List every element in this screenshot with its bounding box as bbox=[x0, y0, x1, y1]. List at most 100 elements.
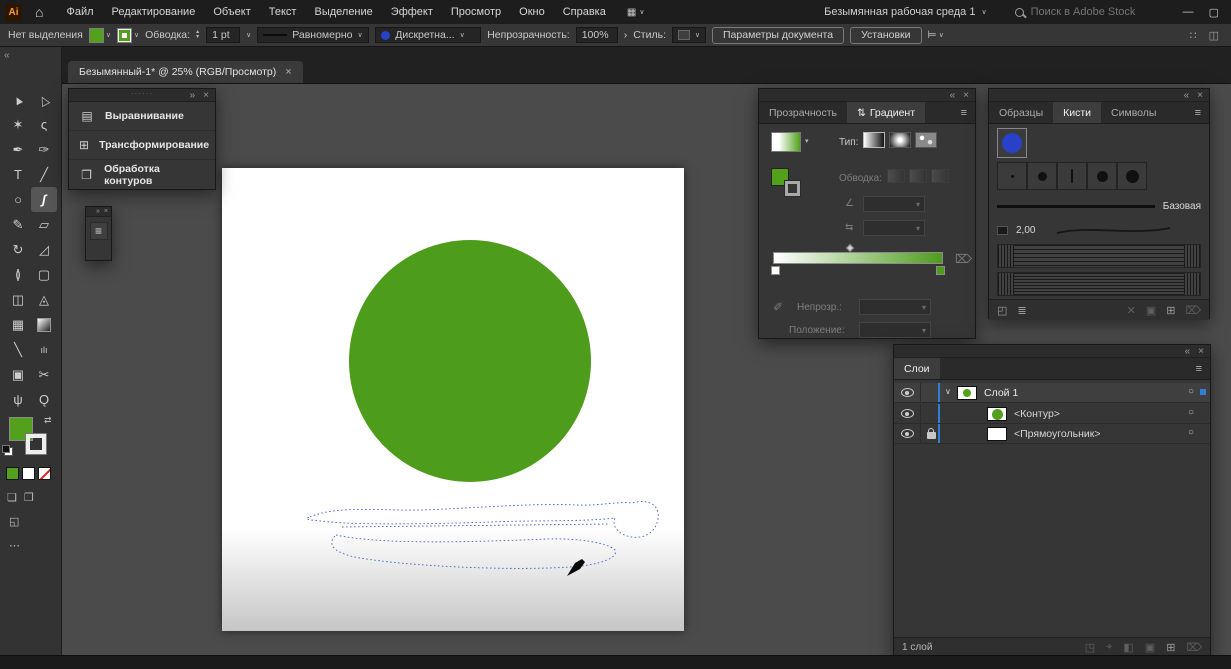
gradient-preview-swatch[interactable] bbox=[771, 132, 801, 152]
gradient-tool[interactable] bbox=[31, 312, 57, 337]
stroke-weight-caret[interactable]: ∨ bbox=[246, 31, 251, 39]
menu-edit[interactable]: Редактирование bbox=[103, 0, 205, 24]
menu-object[interactable]: Объект bbox=[204, 0, 259, 24]
collapse-tools-icon[interactable]: « bbox=[4, 50, 10, 61]
collapse-panel-icon[interactable]: « bbox=[1184, 89, 1190, 102]
gradient-stroke-indicator[interactable] bbox=[785, 181, 800, 196]
rectangle-thumbnail[interactable] bbox=[987, 427, 1007, 441]
radial-gradient-button[interactable] bbox=[889, 132, 911, 148]
brush-item[interactable] bbox=[1027, 162, 1057, 190]
rectangle-name[interactable]: <Прямоугольник> bbox=[1014, 428, 1100, 440]
stop-location-dropdown[interactable]: ▾ bbox=[859, 322, 931, 338]
menu-select[interactable]: Выделение bbox=[305, 0, 381, 24]
arrange-documents-dropdown[interactable]: ▦ ∨ bbox=[627, 7, 645, 18]
lock-toggle[interactable] bbox=[920, 383, 937, 402]
shape-builder-tool[interactable]: ◫ bbox=[5, 287, 31, 312]
make-mask-icon[interactable]: ◧ bbox=[1123, 641, 1133, 654]
collapse-panel-icon[interactable]: « bbox=[950, 89, 956, 102]
color-mode-gradient[interactable] bbox=[22, 467, 35, 480]
menu-file[interactable]: Файл bbox=[57, 0, 102, 24]
column-graph-tool[interactable]: ılı bbox=[31, 337, 57, 362]
close-panel-icon[interactable]: × bbox=[203, 89, 209, 102]
panel-grip[interactable]: ······ bbox=[131, 87, 153, 100]
opacity-more-icon[interactable]: › bbox=[624, 29, 628, 41]
aspect-ratio-dropdown[interactable]: ▾ bbox=[863, 220, 925, 236]
close-panel-icon[interactable]: × bbox=[1197, 89, 1203, 102]
brush-item[interactable] bbox=[997, 162, 1027, 190]
layer-thumbnail[interactable] bbox=[957, 386, 977, 400]
stroke-color-indicator[interactable] bbox=[26, 434, 46, 454]
new-sublayer-icon[interactable]: ▣ bbox=[1145, 641, 1155, 654]
close-panel-icon[interactable]: × bbox=[963, 89, 969, 102]
new-brush-icon[interactable]: ⊞ bbox=[1166, 304, 1175, 317]
restore-button[interactable]: ▢ bbox=[1209, 6, 1219, 19]
line-segment-tool[interactable]: ╱ bbox=[31, 162, 57, 187]
menu-window[interactable]: Окно bbox=[510, 0, 554, 24]
panel-menu-icon[interactable]: ≡ bbox=[1187, 102, 1209, 123]
panel-menu-icon[interactable]: ≡ bbox=[1188, 358, 1210, 379]
zoom-tool[interactable]: Ǫ bbox=[31, 387, 57, 412]
disclosure-caret-icon[interactable]: ∨ bbox=[945, 387, 951, 396]
path-thumbnail[interactable] bbox=[987, 407, 1007, 421]
eraser-tool[interactable]: ▱ bbox=[31, 212, 57, 237]
stroke-within-button[interactable] bbox=[887, 169, 905, 183]
brush-item-selected[interactable] bbox=[997, 128, 1027, 158]
target-circle-icon[interactable]: ○ bbox=[1188, 427, 1194, 438]
locate-object-icon[interactable]: ⌖ bbox=[1106, 641, 1112, 654]
stroke-color-dropdown[interactable]: ∨ bbox=[117, 28, 139, 43]
edit-toolbar-icon[interactable]: ⋯ bbox=[9, 539, 20, 552]
gradient-slider[interactable] bbox=[773, 252, 943, 264]
document-tab[interactable]: Безымянный-1* @ 25% (RGB/Просмотр) × bbox=[68, 61, 303, 83]
green-circle-shape[interactable] bbox=[349, 240, 591, 482]
brush-options-icon[interactable]: ▣ bbox=[1146, 304, 1156, 317]
opacity-value[interactable]: 100% bbox=[576, 27, 618, 43]
width-profile-brush-row[interactable]: 2,00 bbox=[997, 220, 1201, 240]
menu-help[interactable]: Справка bbox=[554, 0, 615, 24]
collapse-panel-icon[interactable]: » bbox=[190, 89, 196, 102]
new-layer-icon[interactable]: ⊞ bbox=[1166, 641, 1175, 654]
pathfinder-panel-tab[interactable]: ❐ Обработка контуров bbox=[69, 160, 215, 189]
gradient-stop-green[interactable] bbox=[936, 266, 945, 275]
panel-menu-button[interactable]: ≡ bbox=[90, 222, 108, 240]
collect-for-export-icon[interactable]: ◳ bbox=[1085, 641, 1095, 654]
gradient-stop-white[interactable] bbox=[771, 266, 780, 275]
libraries-menu-icon[interactable]: ≣ bbox=[1017, 304, 1026, 317]
delete-stop-icon[interactable]: ⌦ bbox=[955, 252, 972, 266]
basic-brush-row[interactable]: Базовая bbox=[997, 196, 1201, 216]
eyedropper-tool[interactable]: ╲ bbox=[5, 337, 31, 362]
close-tab-icon[interactable]: × bbox=[285, 66, 291, 78]
pattern-brush-item[interactable] bbox=[997, 244, 1201, 268]
slice-tool[interactable]: ✂ bbox=[31, 362, 57, 387]
gradient-preset-caret[interactable]: ▾ bbox=[805, 137, 809, 145]
stepper-down-icon[interactable]: ▾ bbox=[196, 35, 199, 40]
fill-color-dropdown[interactable]: ∨ bbox=[89, 28, 111, 43]
curvature-tool[interactable]: ✑ bbox=[31, 137, 57, 162]
default-colors-icon[interactable] bbox=[4, 447, 13, 456]
brush-item[interactable] bbox=[1087, 162, 1117, 190]
panel-options-dropdown[interactable]: ⊨ ∨ bbox=[928, 29, 944, 41]
menu-view[interactable]: Просмотр bbox=[442, 0, 510, 24]
tab-gradient[interactable]: ⇅ Градиент bbox=[847, 102, 925, 123]
preferences-button[interactable]: Установки bbox=[850, 27, 921, 44]
menu-effect[interactable]: Эффект bbox=[382, 0, 442, 24]
path-name[interactable]: <Контур> bbox=[1014, 408, 1060, 420]
target-circle-icon[interactable]: ○ bbox=[1188, 407, 1194, 418]
stroke-weight-stepper[interactable]: ▴ ▾ bbox=[196, 30, 199, 40]
type-tool[interactable]: T bbox=[5, 162, 31, 187]
collapse-panel-icon[interactable]: « bbox=[1185, 345, 1191, 358]
panel-menu-icon[interactable]: ≡ bbox=[953, 102, 975, 123]
screen-mode-icon[interactable]: ◱ bbox=[9, 515, 19, 528]
tab-symbols[interactable]: Символы bbox=[1101, 102, 1166, 123]
dock-panels-icon[interactable]: ◫ bbox=[1209, 29, 1219, 42]
tab-swatches[interactable]: Образцы bbox=[989, 102, 1053, 123]
brush-item[interactable] bbox=[1117, 162, 1147, 190]
lock-toggle[interactable] bbox=[920, 424, 937, 443]
selection-tool[interactable]: ▲ bbox=[5, 87, 31, 112]
mesh-tool[interactable]: ▦ bbox=[5, 312, 31, 337]
delete-layer-icon[interactable]: ⌦ bbox=[1186, 641, 1202, 654]
magic-wand-tool[interactable]: ✶ bbox=[5, 112, 31, 137]
stroke-weight-value[interactable]: 1 pt bbox=[206, 27, 240, 43]
target-circle-icon[interactable]: ○ bbox=[1188, 386, 1194, 397]
document-setup-button[interactable]: Параметры документа bbox=[712, 27, 844, 44]
freeform-gradient-button[interactable] bbox=[915, 132, 937, 148]
